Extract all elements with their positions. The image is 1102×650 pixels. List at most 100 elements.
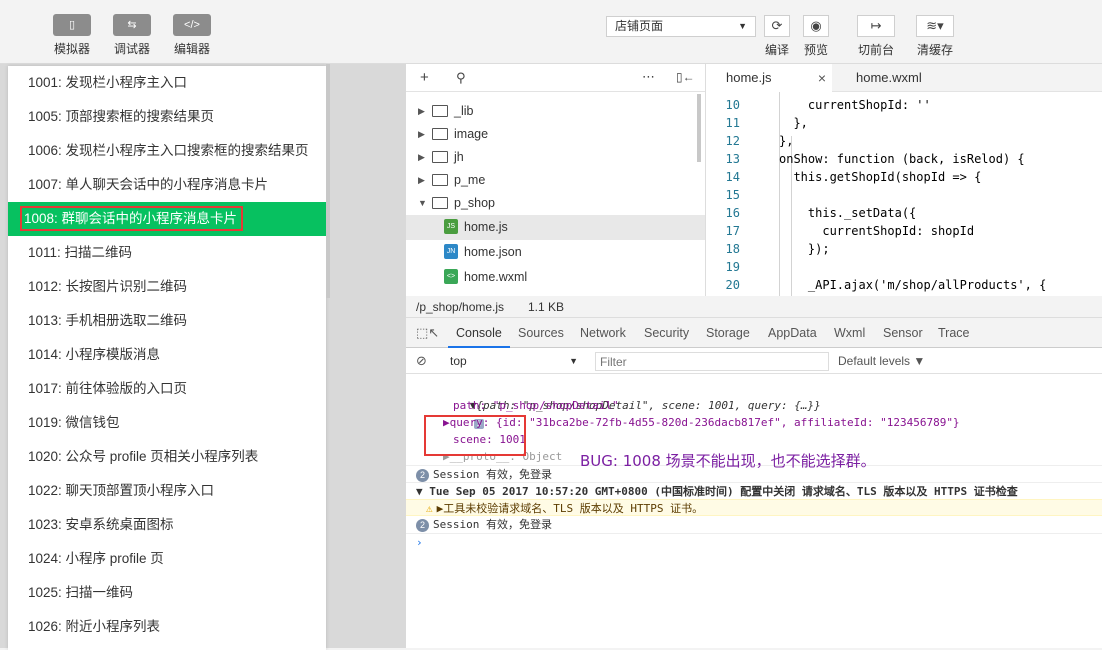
clear-console-icon[interactable]: ⊘ xyxy=(416,353,427,369)
scene-label: 1008: 群聊会话中的小程序消息卡片 xyxy=(20,206,244,231)
context-value: top xyxy=(450,354,467,368)
scene-label: 1020: 公众号 profile 页相关小程序列表 xyxy=(28,449,259,464)
code-line: 17 currentShopId: shopId xyxy=(706,222,1102,240)
scene-item[interactable]: 1023: 安卓系统桌面图标 xyxy=(8,508,326,542)
search-icon[interactable]: ⚲ xyxy=(456,70,466,86)
inspect-icon[interactable]: ⬚↖ xyxy=(416,325,439,341)
scene-item[interactable]: 1022: 聊天顶部置顶小程序入口 xyxy=(8,474,326,508)
scene-item[interactable]: 1007: 单人聊天会话中的小程序消息卡片 xyxy=(8,168,326,202)
preview-button[interactable]: ◉ 预览 xyxy=(801,15,831,58)
scene-label: 1013: 手机相册选取二维码 xyxy=(28,313,188,328)
debugger-button[interactable]: ⇆ 调试器 xyxy=(107,14,157,57)
tab-sources[interactable]: Sources xyxy=(518,326,564,340)
scene-item-selected[interactable]: 1008: 群聊会话中的小程序消息卡片 xyxy=(8,202,326,236)
scene-label: 1014: 小程序模版消息 xyxy=(28,347,161,362)
tree-file-selected[interactable]: JS home.js xyxy=(406,215,705,240)
simulator-button[interactable]: ▯ 模拟器 xyxy=(47,14,97,57)
scene-label: 1007: 单人聊天会话中的小程序消息卡片 xyxy=(28,177,269,192)
switch-background-button[interactable]: ↦ 切前台 xyxy=(856,15,896,58)
annotation-box-scene xyxy=(424,415,526,456)
compile-button[interactable]: ⟳ 编译 xyxy=(762,15,792,58)
code-line: 18 }); xyxy=(706,240,1102,258)
line-number: 19 xyxy=(725,260,740,274)
scene-scrollbar[interactable] xyxy=(326,64,330,298)
folder-label: p_shop xyxy=(454,196,496,210)
tree-folder-open[interactable]: ▼ p_shop xyxy=(406,192,705,215)
console-filter-bar: ⊘ top ▼ Default levels ▼ xyxy=(406,348,1102,374)
tab-sensor[interactable]: Sensor xyxy=(883,326,923,340)
clear-cache-button[interactable]: ≋▾ 清缓存 xyxy=(915,15,955,58)
scene-item[interactable]: 1005: 顶部搜索框的搜索结果页 xyxy=(8,100,326,134)
scene-item[interactable]: 1013: 手机相册选取二维码 xyxy=(8,304,326,338)
page-select[interactable]: 店铺页面 ▼ xyxy=(606,16,756,37)
context-select[interactable]: top ▼ xyxy=(444,352,580,370)
tree-file[interactable]: JN home.json xyxy=(406,240,705,265)
code-line: 13 onShow: function (back, isRelod) { xyxy=(706,150,1102,168)
tab-trace[interactable]: Trace xyxy=(938,326,970,340)
scene-item[interactable]: 1026: 附近小程序列表 xyxy=(8,610,326,644)
code-line: 20 _API.ajax('m/shop/allProducts', { xyxy=(706,276,1102,294)
console-group[interactable]: ▼ Tue Sep 05 2017 10:57:20 GMT+0800 (中国标… xyxy=(406,482,1102,499)
file-tree: + ⚲ ⋯ ▯← ▶ _lib ▶ image ▶ jh ▶ p_me ▼ p_shop … xyxy=(406,64,706,296)
tab-wxml[interactable]: Wxml xyxy=(834,326,865,340)
console-prompt[interactable]: › xyxy=(406,533,1102,550)
tab-storage[interactable]: Storage xyxy=(706,326,750,340)
code-lines[interactable]: 10 currentShopId: '' 11 }, 12}, 13 onShow… xyxy=(706,92,1102,294)
folder-icon xyxy=(432,105,448,117)
preview-label: 预览 xyxy=(803,43,828,57)
folder-icon xyxy=(432,128,448,140)
scene-item[interactable]: 1019: 微信钱包 xyxy=(8,406,326,440)
chevron-down-icon: ▼ xyxy=(418,198,427,208)
scene-item[interactable]: 1025: 扫描一维码 xyxy=(8,576,326,610)
scene-item[interactable]: 1020: 公众号 profile 页相关小程序列表 xyxy=(8,440,326,474)
scene-item[interactable]: 1014: 小程序模版消息 xyxy=(8,338,326,372)
folder-label: p_me xyxy=(454,173,486,187)
scene-item[interactable]: 1024: 小程序 profile 页 xyxy=(8,542,326,576)
debug-icon: ⇆ xyxy=(113,14,151,36)
refresh-icon: ⟳ xyxy=(764,15,790,37)
tree-file[interactable]: <> home.wxml xyxy=(406,265,705,290)
code-text: }); xyxy=(779,242,830,256)
console-filter-input[interactable] xyxy=(595,352,829,371)
add-icon[interactable]: + xyxy=(420,69,429,86)
scene-label: 1019: 微信钱包 xyxy=(28,415,120,430)
more-icon[interactable]: ⋯ xyxy=(642,69,655,85)
editor-button[interactable]: </> 编辑器 xyxy=(167,14,217,57)
scene-item[interactable]: 1012: 长按图片识别二维码 xyxy=(8,270,326,304)
tab-security[interactable]: Security xyxy=(644,326,689,340)
clear-cache-label: 清缓存 xyxy=(916,43,953,57)
scene-list: 1001: 发现栏小程序主入口 1005: 顶部搜索框的搜索结果页 1006: … xyxy=(8,66,326,650)
tab-console[interactable]: Console xyxy=(448,326,510,348)
log-level-select[interactable]: Default levels ▼ xyxy=(838,354,925,368)
tree-folder[interactable]: ▶ image xyxy=(406,123,705,146)
tree-scrollbar[interactable] xyxy=(697,94,701,162)
tree-folder[interactable]: ▶ jh xyxy=(406,146,705,169)
scene-item[interactable]: 1006: 发现栏小程序主入口搜索框的搜索结果页 xyxy=(8,134,326,168)
tab-home-wxml[interactable]: home.wxml xyxy=(856,64,976,92)
scene-item[interactable]: 1001: 发现栏小程序主入口 xyxy=(8,66,326,100)
tab-home-js[interactable]: home.js × xyxy=(706,64,832,92)
scene-item[interactable]: 1017: 前往体验版的入口页 xyxy=(8,372,326,406)
code-icon: </> xyxy=(173,14,211,36)
close-icon[interactable]: × xyxy=(818,64,826,92)
tree-folder[interactable]: ▶ _lib xyxy=(406,100,705,123)
code-text: this.getShopId(shopId => { xyxy=(779,170,982,184)
warning-icon: ⚠ xyxy=(426,502,433,515)
group-text: ▼ Tue Sep 05 2017 10:57:20 GMT+0800 (中国标… xyxy=(416,485,1018,498)
console-object[interactable]: ▼{path: "p_shop/shopDetail", scene: 1001… xyxy=(406,380,1102,429)
collapse-icon[interactable]: ▯← xyxy=(676,70,695,84)
line-number: 18 xyxy=(725,242,740,256)
scene-label: 1022: 聊天顶部置顶小程序入口 xyxy=(28,483,215,498)
tab-network[interactable]: Network xyxy=(580,326,626,340)
tab-appdata[interactable]: AppData xyxy=(768,326,817,340)
layers-icon: ≋▾ xyxy=(916,15,954,37)
tree-folder[interactable]: ▶ p_me xyxy=(406,169,705,192)
folder-label: jh xyxy=(454,150,464,164)
console-warning[interactable]: ⚠ ▶工具未校验请求域名、TLS 版本以及 HTTPS 证书。 xyxy=(406,499,1102,516)
scene-label: 1025: 扫描一维码 xyxy=(28,585,134,600)
scene-label: 1026: 附近小程序列表 xyxy=(28,619,161,634)
scene-panel: 1001: 发现栏小程序主入口 1005: 顶部搜索框的搜索结果页 1006: … xyxy=(0,64,406,650)
scene-item[interactable]: 1011: 扫描二维码 xyxy=(8,236,326,270)
chevron-right-icon: ▶ xyxy=(418,152,425,162)
editor-label: 编辑器 xyxy=(173,42,210,56)
